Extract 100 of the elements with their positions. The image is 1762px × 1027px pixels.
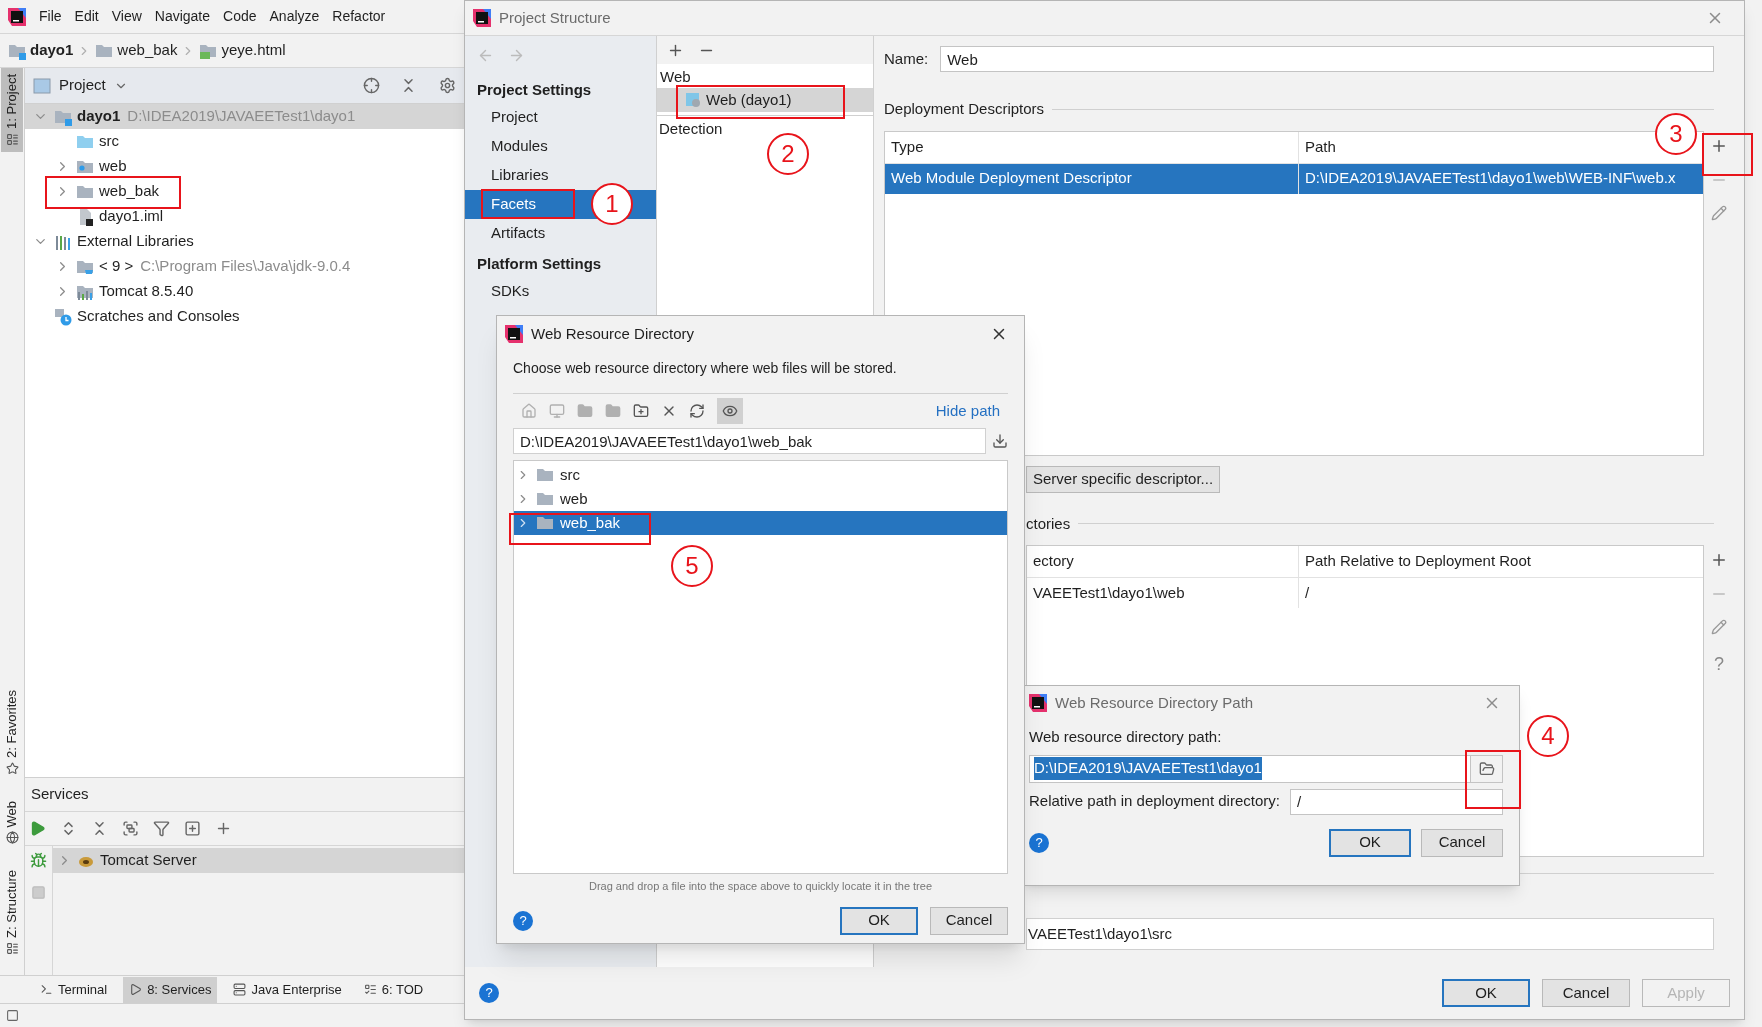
menu-item[interactable]: Analyze (269, 6, 320, 27)
column-header[interactable]: Path (1305, 135, 1336, 159)
help-button[interactable]: ? (513, 910, 533, 931)
tree-item[interactable]: Tomcat Server (53, 848, 464, 873)
tool-window-tab[interactable]: Terminal (34, 976, 114, 1003)
tree-item[interactable]: src (514, 463, 1007, 487)
nav-item[interactable]: Modules (491, 135, 548, 158)
tab-icon (40, 983, 53, 996)
highlight-frame (1702, 133, 1753, 176)
table-row[interactable]: Web Module Deployment Descriptor D:\IDEA2019\JAVAEETest1\dayo1\web\WEB-INF\web.x (885, 163, 1703, 194)
dialog-button[interactable]: OK (840, 906, 918, 935)
plus-icon[interactable] (215, 820, 232, 837)
app-logo-icon (505, 325, 523, 343)
tree-item[interactable]: src (25, 129, 464, 154)
nav-header: Platform Settings (476, 254, 603, 275)
tool-window-tab[interactable]: Java Enterprise (227, 976, 348, 1003)
nav-item[interactable]: Project (491, 106, 538, 129)
section-title: Deployment Descriptors (884, 99, 1045, 119)
column-header[interactable]: ectory (1033, 550, 1074, 573)
menu-item[interactable]: View (111, 6, 142, 27)
show-hidden-toggle[interactable] (717, 398, 743, 424)
tree-item[interactable]: dayo1.iml (25, 204, 464, 229)
path-field[interactable]: D:\IDEA2019\JAVAEETest1\dayo1\web_bak (513, 428, 986, 454)
dialog-button[interactable]: Cancel (930, 906, 1008, 935)
tree-item[interactable]: < 9 > C:\Program Files\Java\jdk-9.0.4 (25, 254, 464, 279)
folder-icon[interactable] (577, 403, 593, 419)
dialog-title: Web Resource Directory (531, 323, 695, 344)
field-label: Web resource directory path: (1029, 727, 1223, 747)
tree-item[interactable]: web_bak (514, 511, 1007, 535)
run-icon[interactable] (29, 820, 46, 837)
column-header[interactable]: Path Relative to Deployment Root (1305, 550, 1531, 573)
desktop-icon[interactable] (549, 403, 565, 419)
breadcrumb[interactable]: web_bak (117, 39, 178, 62)
menu-item[interactable]: File (39, 6, 62, 27)
layout-icon[interactable] (6, 1009, 19, 1022)
menu-item[interactable]: Navigate (154, 6, 211, 27)
tree-item[interactable]: dayo1 D:\IDEA2019\JAVAEETest1\dayo1 (25, 104, 464, 129)
app-logo-icon (473, 9, 491, 27)
refresh-icon[interactable] (689, 403, 705, 419)
menu-item[interactable]: Refactor (332, 6, 386, 27)
locate-icon[interactable] (363, 77, 380, 94)
tree-item[interactable]: web (514, 487, 1007, 511)
tree-item[interactable]: web (25, 154, 464, 179)
eye-icon (722, 403, 738, 419)
server-descriptor-button[interactable]: Server specific descriptor... (1026, 465, 1221, 493)
field-label: Relative path in deployment directory: (1029, 791, 1280, 812)
filter-icon[interactable] (153, 820, 170, 837)
group-label: Web (659, 66, 692, 87)
hide-path-link[interactable]: Hide path (935, 399, 1000, 423)
folder-icon[interactable] (605, 403, 621, 419)
dialog-button[interactable]: OK (1442, 979, 1530, 1007)
tab-icon (233, 983, 247, 996)
tree-item[interactable]: web_bak (25, 179, 464, 204)
name-field[interactable]: Web (940, 46, 1714, 72)
tree-item[interactable]: Scratches and Consoles (25, 304, 464, 329)
relative-path-field[interactable]: / (1289, 788, 1503, 815)
debug-icon[interactable] (30, 852, 47, 869)
tree-item[interactable]: External Libraries (25, 229, 464, 254)
list-item[interactable]: Web (dayo1) (657, 88, 873, 115)
tab-icon (363, 983, 377, 996)
tree-item[interactable]: Tomcat 8.5.40 (25, 279, 464, 304)
side-tool-tab[interactable]: Z: Structure (1, 864, 23, 961)
tool-window-tab[interactable]: 6: TOD (357, 976, 430, 1003)
edit-icon[interactable] (1711, 619, 1727, 635)
breadcrumb[interactable]: dayo1 (30, 39, 74, 62)
help-button[interactable]: ? (1029, 832, 1049, 853)
tab-icon (129, 983, 143, 996)
download-icon[interactable] (992, 433, 1008, 449)
tool-window-icon (5, 132, 19, 146)
nav-item[interactable]: Libraries (491, 164, 549, 187)
dialog-button[interactable]: Cancel (1542, 979, 1630, 1007)
tool-window-icon (5, 761, 19, 775)
help-button[interactable]: ? (479, 983, 499, 1003)
nav-header: Project Settings (476, 80, 593, 101)
menu-item[interactable]: Code (223, 6, 257, 27)
nav-item[interactable]: Facets (491, 193, 536, 216)
side-tool-tab[interactable]: 2: Favorites (1, 683, 23, 781)
scratches-icon (54, 307, 72, 326)
add-icon[interactable] (1710, 551, 1728, 569)
settings-icon[interactable] (439, 77, 456, 94)
nav-item[interactable]: Artifacts (491, 222, 546, 245)
new-folder-icon[interactable] (633, 403, 649, 419)
nav-item[interactable]: SDKs (491, 280, 530, 303)
dialog-button[interactable]: Cancel (1421, 828, 1503, 857)
dialog-button[interactable]: OK (1329, 828, 1411, 857)
add-icon[interactable] (184, 820, 201, 837)
table-cell-text: / (1304, 582, 1311, 603)
edit-icon[interactable] (1711, 204, 1727, 221)
column-header[interactable]: Type (891, 135, 924, 159)
side-tool-tab[interactable]: 1: Project (1, 68, 23, 152)
dialog-description: Choose web resource directory where web files will be stored. (513, 359, 898, 378)
menu-item[interactable]: Edit (74, 6, 99, 27)
panel-title[interactable]: Project (59, 74, 106, 97)
tool-window-icon (5, 942, 19, 955)
breadcrumb[interactable]: yeye.html (221, 39, 286, 62)
group-icon[interactable] (122, 820, 139, 837)
tool-window-tab[interactable]: 8: Services (123, 976, 218, 1003)
home-icon[interactable] (521, 403, 537, 419)
side-tool-tab[interactable]: Web (1, 794, 23, 851)
table-row[interactable]: VAEETest1\dayo1\web / (1027, 578, 1703, 608)
